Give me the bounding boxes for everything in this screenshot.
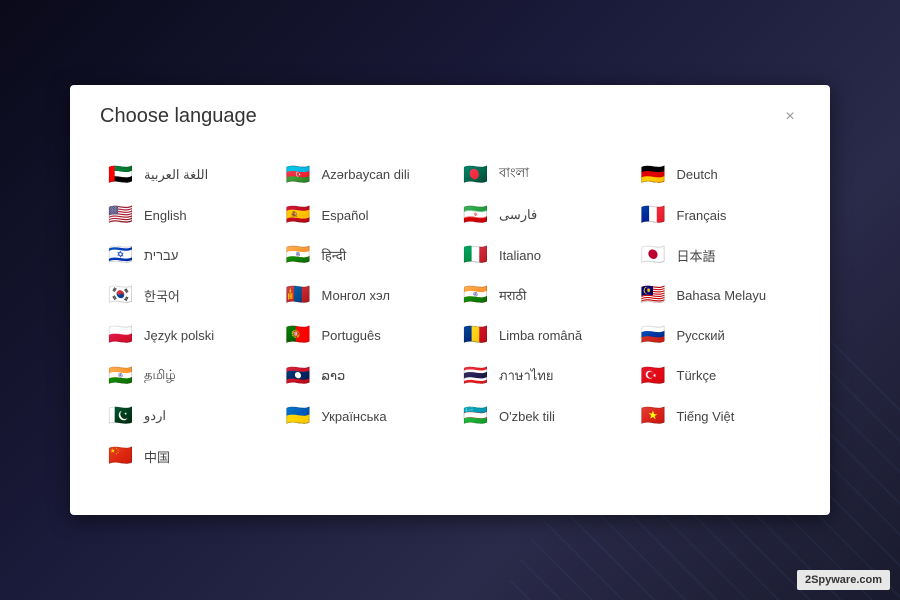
- lang-name-japanese: 日本語: [677, 246, 716, 265]
- lang-item-ukrainian[interactable]: 🇺🇦 Українська: [278, 400, 446, 432]
- flag-ukrainian: 🇺🇦: [286, 406, 314, 426]
- lang-item-mongolian[interactable]: 🇲🇳 Монгол хэл: [278, 279, 446, 311]
- lang-item-azerbaijani[interactable]: 🇦🇿 Azərbaycan dili: [278, 158, 446, 191]
- lang-name-vietnamese: Tiếng Việt: [677, 409, 735, 424]
- lang-name-uzbek: O'zbek tili: [499, 409, 555, 424]
- lang-name-thai: ภาษาไทย: [499, 365, 553, 386]
- lang-item-thai[interactable]: 🇹🇭 ภาษาไทย: [455, 359, 623, 392]
- flag-thai: 🇹🇭: [463, 366, 491, 386]
- lang-name-azerbaijani: Azərbaycan dili: [322, 167, 410, 182]
- flag-polish: 🇵🇱: [108, 325, 136, 345]
- lang-item-hebrew[interactable]: 🇮🇱 עברית: [100, 239, 268, 271]
- flag-japanese: 🇯🇵: [641, 245, 669, 265]
- lang-item-tamil[interactable]: 🇮🇳 தமிழ்: [100, 359, 268, 392]
- lang-name-romanian: Limba română: [499, 328, 582, 343]
- flag-turkish: 🇹🇷: [641, 366, 669, 386]
- lang-name-french: Français: [677, 208, 727, 223]
- flag-german: 🇩🇪: [641, 165, 669, 185]
- lang-item-vietnamese[interactable]: 🇻🇳 Tiếng Việt: [633, 400, 801, 432]
- flag-hindi: 🇮🇳: [286, 245, 314, 265]
- lang-name-polish: Język polski: [144, 328, 214, 343]
- lang-item-hindi[interactable]: 🇮🇳 हिन्दी: [278, 239, 446, 271]
- flag-russian: 🇷🇺: [641, 325, 669, 345]
- lang-item-romanian[interactable]: 🇷🇴 Limba română: [455, 319, 623, 351]
- dialog-header: Choose language ×: [100, 105, 800, 138]
- flag-korean: 🇰🇷: [108, 285, 136, 305]
- lang-name-bengali: বাংলা: [499, 164, 529, 185]
- close-button[interactable]: ×: [780, 107, 800, 127]
- flag-persian: 🇮🇷: [463, 205, 491, 225]
- lang-name-malay: Bahasa Melayu: [677, 288, 767, 303]
- flag-lao: 🇱🇦: [286, 366, 314, 386]
- flag-marathi: 🇮🇳: [463, 285, 491, 305]
- lang-name-urdu: اردو: [144, 408, 166, 424]
- lang-item-portuguese[interactable]: 🇵🇹 Português: [278, 319, 446, 351]
- lang-name-chinese: 中国: [144, 447, 170, 466]
- lang-name-marathi: मराठी: [499, 286, 526, 304]
- lang-name-hindi: हिन्दी: [322, 246, 347, 264]
- lang-item-english[interactable]: 🇺🇸 English: [100, 199, 268, 231]
- lang-item-urdu[interactable]: 🇵🇰 اردو: [100, 400, 268, 432]
- flag-french: 🇫🇷: [641, 205, 669, 225]
- lang-item-italian[interactable]: 🇮🇹 Italiano: [455, 239, 623, 271]
- lang-item-turkish[interactable]: 🇹🇷 Türkçe: [633, 359, 801, 392]
- flag-bengali: 🇧🇩: [463, 165, 491, 185]
- lang-item-persian[interactable]: 🇮🇷 فارسی: [455, 199, 623, 231]
- lang-name-russian: Русский: [677, 328, 725, 343]
- lang-item-spanish[interactable]: 🇪🇸 Español: [278, 199, 446, 231]
- flag-italian: 🇮🇹: [463, 245, 491, 265]
- lang-name-mongolian: Монгол хэл: [322, 288, 390, 303]
- language-dialog: Choose language × 🇦🇪 اللغة العربية 🇦🇿 Azərb…: [70, 85, 830, 515]
- flag-english: 🇺🇸: [108, 205, 136, 225]
- flag-azerbaijani: 🇦🇿: [286, 165, 314, 185]
- flag-urdu: 🇵🇰: [108, 406, 136, 426]
- lang-name-hebrew: עברית: [144, 248, 178, 263]
- lang-item-arabic[interactable]: 🇦🇪 اللغة العربية: [100, 158, 268, 191]
- lang-name-korean: 한국어: [144, 286, 180, 305]
- flag-portuguese: 🇵🇹: [286, 325, 314, 345]
- flag-spanish: 🇪🇸: [286, 205, 314, 225]
- flag-romanian: 🇷🇴: [463, 325, 491, 345]
- lang-item-korean[interactable]: 🇰🇷 한국어: [100, 279, 268, 311]
- lang-item-russian[interactable]: 🇷🇺 Русский: [633, 319, 801, 351]
- lang-name-english: English: [144, 208, 187, 223]
- lang-item-german[interactable]: 🇩🇪 Deutch: [633, 158, 801, 191]
- lang-name-portuguese: Português: [322, 328, 381, 343]
- lang-name-arabic: اللغة العربية: [144, 167, 208, 183]
- lang-item-french[interactable]: 🇫🇷 Français: [633, 199, 801, 231]
- lang-name-german: Deutch: [677, 167, 718, 182]
- lang-item-marathi[interactable]: 🇮🇳 मराठी: [455, 279, 623, 311]
- flag-vietnamese: 🇻🇳: [641, 406, 669, 426]
- lang-name-lao: ລາວ: [322, 368, 346, 384]
- flag-tamil: 🇮🇳: [108, 366, 136, 386]
- lang-item-japanese[interactable]: 🇯🇵 日本語: [633, 239, 801, 271]
- lang-name-tamil: தமிழ்: [144, 367, 176, 384]
- language-grid: 🇦🇪 اللغة العربية 🇦🇿 Azərbaycan dili 🇧🇩 বাংলা 🇩…: [100, 158, 800, 472]
- lang-name-turkish: Türkçe: [677, 368, 717, 383]
- lang-name-ukrainian: Українська: [322, 409, 387, 424]
- dialog-title: Choose language: [100, 105, 257, 128]
- flag-chinese: 🇨🇳: [108, 446, 136, 466]
- flag-mongolian: 🇲🇳: [286, 285, 314, 305]
- flag-hebrew: 🇮🇱: [108, 245, 136, 265]
- lang-name-italian: Italiano: [499, 248, 541, 263]
- lang-item-chinese[interactable]: 🇨🇳 中国: [100, 440, 268, 472]
- lang-name-persian: فارسی: [499, 207, 537, 223]
- flag-uzbek: 🇺🇿: [463, 406, 491, 426]
- lang-name-spanish: Español: [322, 208, 369, 223]
- flag-arabic: 🇦🇪: [108, 165, 136, 185]
- lang-item-bengali[interactable]: 🇧🇩 বাংলা: [455, 158, 623, 191]
- watermark: 2Spyware.com: [797, 570, 890, 590]
- lang-item-uzbek[interactable]: 🇺🇿 O'zbek tili: [455, 400, 623, 432]
- lang-item-lao[interactable]: 🇱🇦 ລາວ: [278, 359, 446, 392]
- lang-item-polish[interactable]: 🇵🇱 Język polski: [100, 319, 268, 351]
- flag-malay: 🇲🇾: [641, 285, 669, 305]
- lang-item-malay[interactable]: 🇲🇾 Bahasa Melayu: [633, 279, 801, 311]
